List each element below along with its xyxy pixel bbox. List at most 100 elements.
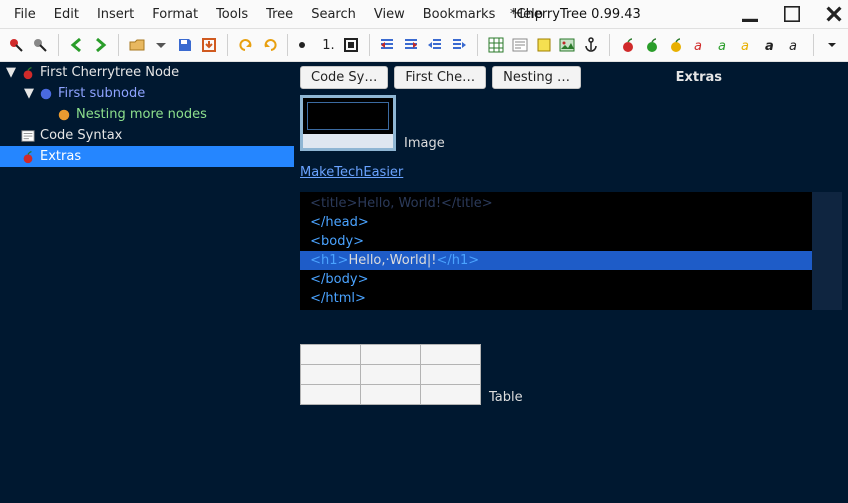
- list-bullet-icon[interactable]: [296, 34, 316, 56]
- embedded-image[interactable]: [300, 95, 396, 151]
- tree-node-label: Code Syntax: [40, 128, 122, 143]
- tab-nesting[interactable]: Nesting …: [492, 66, 581, 89]
- menu-file[interactable]: File: [6, 3, 44, 26]
- code-line[interactable]: <h1>Hello,·World|!</h1>: [300, 251, 812, 270]
- orange-sphere-icon: [56, 107, 72, 123]
- table-cell[interactable]: [301, 385, 361, 405]
- code-line[interactable]: <body>: [300, 232, 812, 251]
- expander-open-icon[interactable]: ▼: [6, 65, 18, 80]
- insert-file-icon[interactable]: [534, 34, 554, 56]
- tab-first-cherrytree[interactable]: First Che…: [394, 66, 486, 89]
- svg-text:a: a: [718, 39, 726, 53]
- maximize-icon[interactable]: [784, 6, 800, 22]
- embedded-table[interactable]: [300, 344, 481, 405]
- code-icon: [20, 128, 36, 144]
- menubar: File Edit Insert Format Tools Tree Searc…: [0, 0, 848, 28]
- indent-right-icon[interactable]: [401, 34, 421, 56]
- export-icon[interactable]: [199, 34, 219, 56]
- table-cell[interactable]: [301, 345, 361, 365]
- insert-anchor-icon[interactable]: [581, 34, 601, 56]
- font-bold-icon[interactable]: a: [761, 34, 781, 56]
- toolbar-separator: [369, 34, 370, 56]
- toolbar-separator: [58, 34, 59, 56]
- font-red-icon[interactable]: a: [690, 34, 710, 56]
- svg-text:a: a: [694, 39, 702, 53]
- window-title: *CherryTree 0.99.43: [510, 7, 641, 22]
- menu-view[interactable]: View: [366, 3, 413, 26]
- code-line[interactable]: </body>: [300, 270, 812, 289]
- font-green-icon[interactable]: a: [714, 34, 734, 56]
- save-icon[interactable]: [175, 34, 195, 56]
- minimize-icon[interactable]: [742, 6, 758, 22]
- indent-left-icon[interactable]: [377, 34, 397, 56]
- table-cell[interactable]: [421, 345, 481, 365]
- blue-sphere-icon: [38, 86, 54, 102]
- indent-icon[interactable]: [449, 34, 469, 56]
- insert-image-icon[interactable]: [557, 34, 577, 56]
- table-label: Table: [489, 390, 523, 405]
- close-icon[interactable]: [826, 6, 842, 22]
- cherry-icon: [20, 65, 36, 81]
- menu-tools[interactable]: Tools: [208, 3, 256, 26]
- font-italic-icon[interactable]: a: [785, 34, 805, 56]
- list-number-label[interactable]: 1.: [320, 38, 336, 53]
- list-check-icon[interactable]: [341, 34, 361, 56]
- insert-codebox-icon[interactable]: [510, 34, 530, 56]
- table-cell[interactable]: [361, 365, 421, 385]
- tree-node[interactable]: Nesting more nodes: [0, 104, 294, 125]
- svg-text:a: a: [741, 39, 749, 53]
- expander-open-icon[interactable]: ▼: [24, 86, 36, 101]
- tree-node[interactable]: ▼ First subnode: [0, 83, 294, 104]
- insert-table-icon[interactable]: [486, 34, 506, 56]
- table-cell[interactable]: [361, 385, 421, 405]
- table-cell[interactable]: [421, 365, 481, 385]
- code-line[interactable]: </html>: [300, 289, 812, 308]
- link-maketecheasier[interactable]: MakeTechEasier: [300, 165, 842, 180]
- dropdown-icon[interactable]: [151, 34, 171, 56]
- tree-node[interactable]: Code Syntax: [0, 125, 294, 146]
- tree-node[interactable]: Extras: [0, 146, 294, 167]
- codebox[interactable]: <title>Hello, World!</title> </head> <bo…: [300, 192, 842, 310]
- tab-code-syntax[interactable]: Code Sy…: [300, 66, 388, 89]
- undo-icon[interactable]: [236, 34, 256, 56]
- toolbar-separator: [118, 34, 119, 56]
- svg-text:a: a: [789, 39, 797, 53]
- nav-forward-icon[interactable]: [91, 34, 111, 56]
- pin-gray-icon[interactable]: [30, 34, 50, 56]
- menu-format[interactable]: Format: [144, 3, 206, 26]
- image-row: Image: [300, 95, 842, 151]
- toolbar-overflow-icon[interactable]: [822, 34, 842, 56]
- tree-panel[interactable]: ▼First Cherrytree Node▼First subnodeNest…: [0, 62, 294, 503]
- main-area: ▼First Cherrytree Node▼First subnodeNest…: [0, 62, 848, 503]
- table-cell[interactable]: [301, 365, 361, 385]
- cherry-green-icon[interactable]: [642, 34, 662, 56]
- table-cell[interactable]: [361, 345, 421, 365]
- toolbar-separator: [609, 34, 610, 56]
- image-label: Image: [404, 136, 445, 151]
- outdent-icon[interactable]: [425, 34, 445, 56]
- menu-insert[interactable]: Insert: [89, 3, 142, 26]
- window-controls: [742, 6, 842, 22]
- tree-node-label: Nesting more nodes: [76, 107, 207, 122]
- font-yellow-icon[interactable]: a: [738, 34, 758, 56]
- toolbar-separator: [477, 34, 478, 56]
- cherry-red-icon[interactable]: [618, 34, 638, 56]
- menu-edit[interactable]: Edit: [46, 3, 87, 26]
- cherry-icon: [20, 149, 36, 165]
- cherry-yellow-icon[interactable]: [666, 34, 686, 56]
- tree-node-label: First subnode: [58, 86, 145, 101]
- table-cell[interactable]: [421, 385, 481, 405]
- pin-red-icon[interactable]: [6, 34, 26, 56]
- toolbar: 1. a a a a a: [0, 28, 848, 62]
- active-node-title: Extras: [676, 70, 722, 85]
- toolbar-separator: [287, 34, 288, 56]
- menu-bookmarks[interactable]: Bookmarks: [415, 3, 504, 26]
- tree-node[interactable]: ▼First Cherrytree Node: [0, 62, 294, 83]
- nav-back-icon[interactable]: [67, 34, 87, 56]
- redo-icon[interactable]: [260, 34, 280, 56]
- menu-tree[interactable]: Tree: [258, 3, 301, 26]
- menu-search[interactable]: Search: [303, 3, 364, 26]
- code-line[interactable]: <title>Hello, World!</title>: [300, 194, 812, 213]
- open-icon[interactable]: [127, 34, 147, 56]
- code-line[interactable]: </head>: [300, 213, 812, 232]
